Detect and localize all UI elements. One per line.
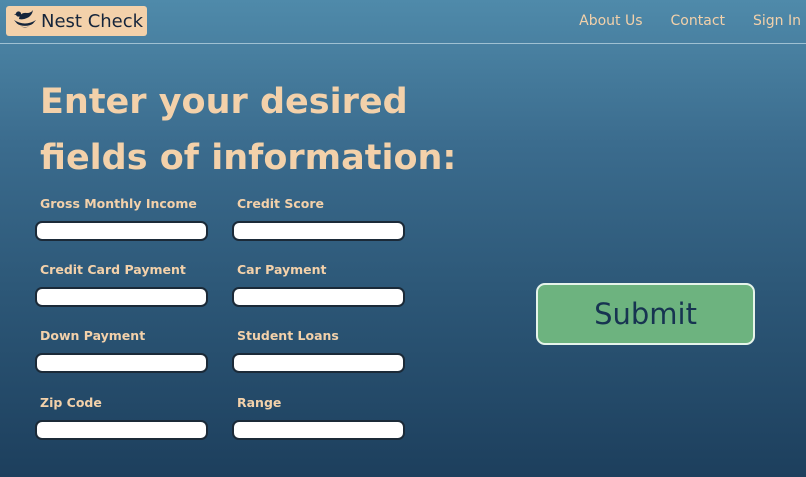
navbar: Nest Check About Us Contact Sign In — [0, 0, 806, 44]
brand-logo[interactable]: Nest Check — [6, 6, 147, 36]
gross-monthly-income-label: Gross Monthly Income — [40, 196, 197, 211]
submit-button[interactable]: Submit — [536, 283, 755, 345]
range-label: Range — [237, 395, 282, 410]
zip-code-input[interactable] — [35, 420, 208, 440]
down-payment-input[interactable] — [35, 353, 208, 373]
credit-card-payment-label: Credit Card Payment — [40, 262, 186, 277]
student-loans-label: Student Loans — [237, 328, 339, 343]
student-loans-input[interactable] — [232, 353, 405, 373]
nest-bird-icon — [11, 7, 39, 35]
nav-sign-in-link[interactable]: Sign In — [753, 13, 801, 29]
credit-card-payment-input[interactable] — [35, 287, 208, 307]
nav-links: About Us Contact Sign In — [579, 13, 801, 29]
brand-name: Nest Check — [41, 10, 144, 32]
down-payment-label: Down Payment — [40, 328, 146, 343]
nav-about-link[interactable]: About Us — [579, 13, 642, 29]
range-input[interactable] — [232, 420, 405, 440]
nav-contact-link[interactable]: Contact — [671, 13, 725, 29]
gross-monthly-income-input[interactable] — [35, 221, 208, 241]
car-payment-input[interactable] — [232, 287, 405, 307]
car-payment-label: Car Payment — [237, 262, 327, 277]
page-title: Enter your desired fields of information… — [40, 82, 457, 178]
credit-score-input[interactable] — [232, 221, 405, 241]
zip-code-label: Zip Code — [40, 395, 102, 410]
credit-score-label: Credit Score — [237, 196, 325, 211]
